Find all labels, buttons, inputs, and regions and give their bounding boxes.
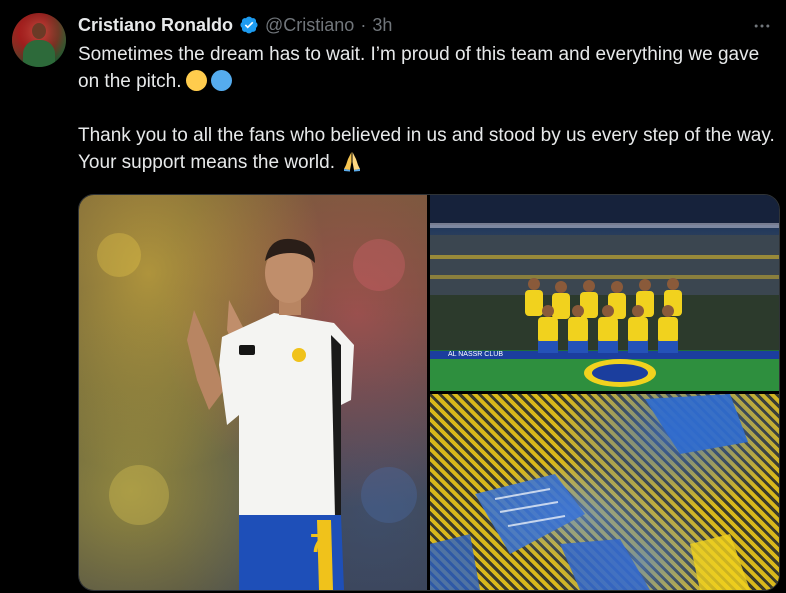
blue-circle-icon [210, 70, 232, 91]
avatar-shirt [23, 40, 55, 67]
author-avatar[interactable] [12, 13, 66, 67]
player-illustration [97, 233, 417, 590]
tweet-paragraph-1: Sometimes the dream has to wait. I’m pro… [78, 41, 778, 95]
team-lineup-illustration [430, 195, 779, 391]
fans-illustration [430, 394, 750, 590]
shirt-number: 7 [310, 528, 325, 558]
tweet-line-1: Sometimes the dream has to wait. I’m pro… [78, 44, 760, 92]
author-handle[interactable]: @Cristiano [265, 15, 354, 36]
ellipsis-icon [754, 24, 770, 28]
ad-board-text: AL NASSR CLUB [448, 351, 503, 358]
photo-team-lineup[interactable]: AL NASSR CLUB [430, 195, 779, 391]
author-display-name[interactable]: Cristiano Ronaldo [78, 15, 233, 36]
yellow-circle-icon [185, 70, 207, 91]
avatar-head [32, 23, 46, 39]
tweet-timestamp[interactable]: 3h [372, 15, 392, 36]
tweet-header: Cristiano Ronaldo @Cristiano · 3h [78, 14, 392, 36]
tweet-paragraph-2: Thank you to all the fans who believed i… [78, 122, 778, 176]
tweet-media-grid: 7 AL NASSR CLUB [78, 194, 780, 591]
separator-dot: · [360, 14, 367, 35]
verified-badge-icon [240, 16, 258, 34]
folded-hands-icon [344, 152, 361, 172]
tweet-line-2: Thank you to all the fans who believed i… [78, 125, 775, 173]
photo-fans-flags[interactable] [430, 394, 779, 590]
photo-player-applauding[interactable]: 7 [79, 195, 427, 590]
more-options-icon[interactable] [750, 14, 774, 38]
tweet-text: Sometimes the dream has to wait. I’m pro… [78, 41, 778, 176]
